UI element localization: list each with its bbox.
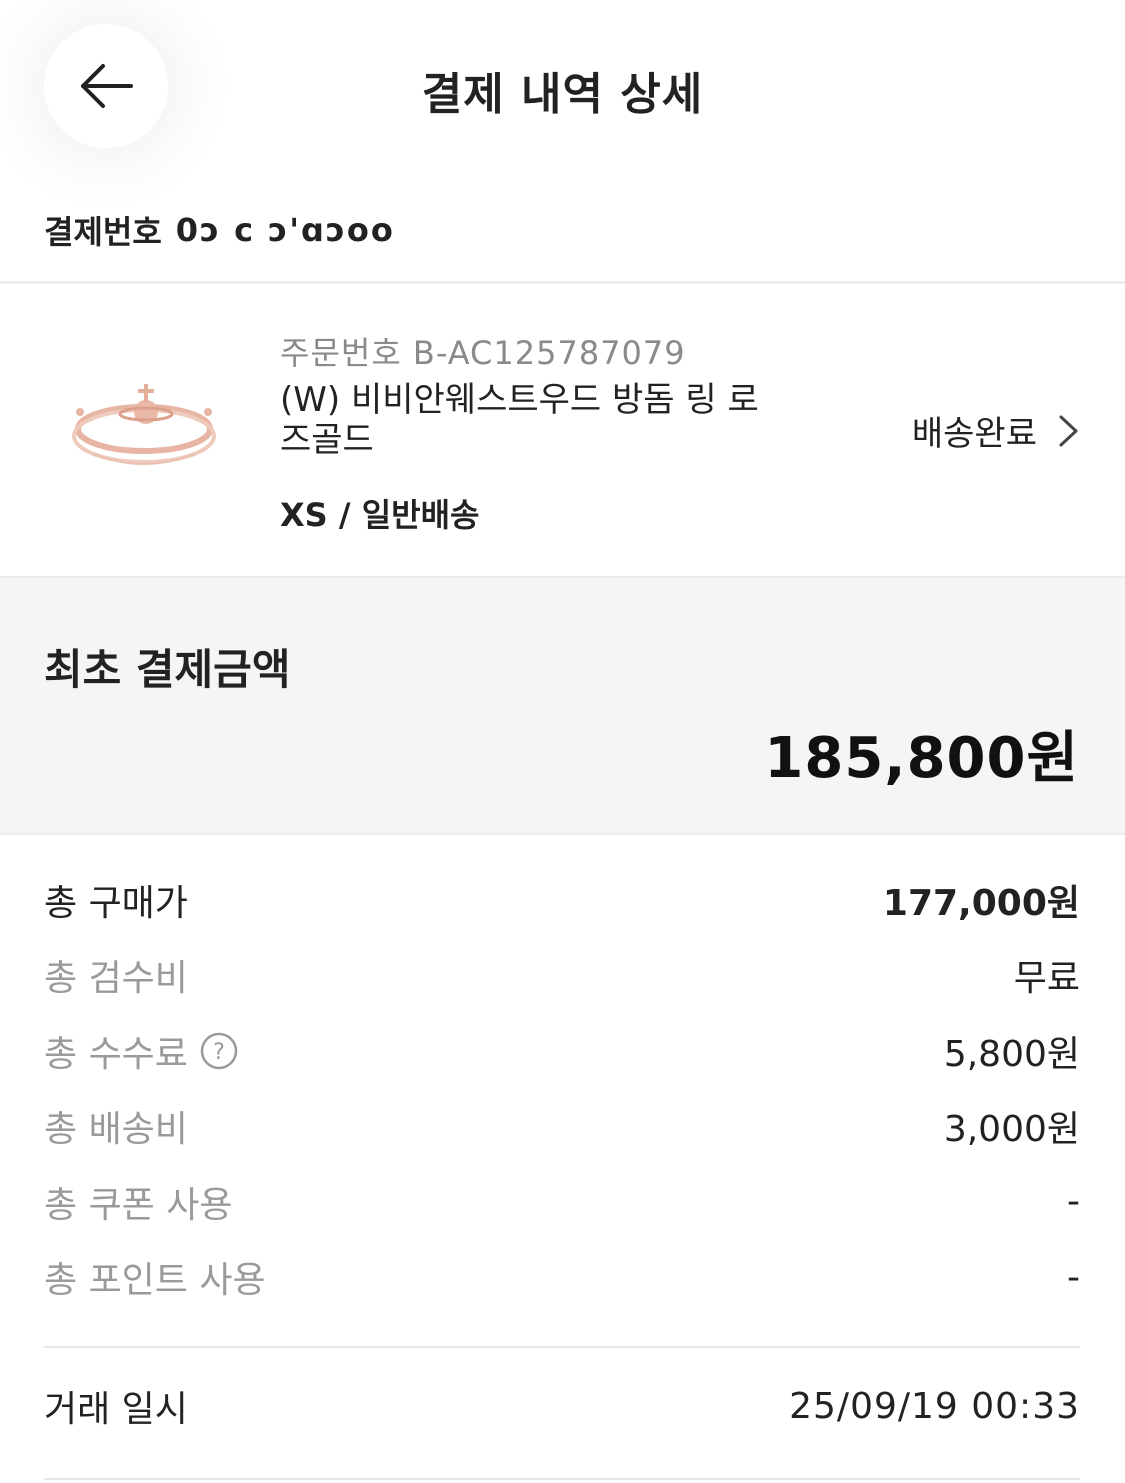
breakdown-value: 3,000원 bbox=[943, 1109, 1080, 1151]
order-number: 주문번호 B-AC125787079 bbox=[280, 334, 686, 372]
top-bar: 결제 내역 상세 bbox=[0, 0, 1125, 170]
initial-payment-panel: 최초 결제금액 185,800원 bbox=[0, 576, 1125, 835]
breakdown-row-points: 총 포인트 사용 - bbox=[44, 1240, 1080, 1316]
payment-breakdown: 총 구매가 177,000원 총 검수비 무료 총 수수료 ? 5,800원 총… bbox=[44, 862, 1080, 1315]
breakdown-label: 총 수수료 bbox=[44, 1033, 188, 1075]
page-title: 결제 내역 상세 bbox=[421, 69, 704, 120]
product-name: (W) 비비안웨스트우드 방돔 링 로즈골드 bbox=[280, 380, 759, 460]
breakdown-label: 총 포인트 사용 bbox=[44, 1260, 266, 1302]
breakdown-row-fee: 총 수수료 ? 5,800원 bbox=[44, 1013, 1080, 1089]
delivery-status: 배송완료 bbox=[911, 414, 1037, 454]
transaction-datetime: 25/09/19 00:33 bbox=[789, 1385, 1080, 1427]
breakdown-label: 총 검수비 bbox=[44, 958, 188, 1000]
breakdown-row-shipping: 총 배송비 3,000원 bbox=[44, 1089, 1080, 1165]
delivery-status-link[interactable]: 배송완료 bbox=[912, 406, 1081, 455]
initial-payment-label: 최초 결제금액 bbox=[44, 645, 291, 694]
order-item[interactable]: 주문번호 B-AC125787079 (W) 비비안웨스트우드 방돔 링 로즈골… bbox=[0, 284, 1125, 576]
product-option: XS / 일반배송 bbox=[280, 496, 480, 534]
breakdown-row-purchase: 총 구매가 177,000원 bbox=[44, 862, 1080, 938]
transaction-row: 거래 일시 25/09/19 00:33 bbox=[44, 1380, 1080, 1432]
divider bbox=[44, 1478, 1080, 1480]
breakdown-value: 무료 bbox=[1013, 958, 1080, 1000]
chevron-right-icon bbox=[1059, 415, 1078, 446]
breakdown-row-inspection: 총 검수비 무료 bbox=[44, 938, 1080, 1014]
divider bbox=[44, 1346, 1080, 1348]
payment-number-label: 결제번호 bbox=[44, 213, 162, 251]
breakdown-value: 5,800원 bbox=[943, 1033, 1080, 1075]
breakdown-row-coupon: 총 쿠폰 사용 - bbox=[44, 1164, 1080, 1240]
ring-product-image bbox=[72, 384, 216, 465]
breakdown-value: 177,000원 bbox=[882, 882, 1080, 924]
transaction-label: 거래 일시 bbox=[44, 1389, 188, 1430]
help-icon[interactable]: ? bbox=[200, 1032, 238, 1070]
breakdown-value: - bbox=[1067, 1181, 1080, 1223]
initial-payment-amount: 185,800원 bbox=[764, 726, 1079, 791]
payment-number: 결제번호 0ɔ c ɔ'ɑɔoo bbox=[44, 205, 395, 255]
breakdown-value: - bbox=[1067, 1256, 1080, 1298]
payment-number-value: 0ɔ c ɔ'ɑɔoo bbox=[175, 211, 395, 249]
svg-text:?: ? bbox=[213, 1040, 225, 1065]
breakdown-label: 총 쿠폰 사용 bbox=[44, 1184, 233, 1226]
breakdown-label-wrap: 총 수수료 ? bbox=[44, 1025, 238, 1077]
breakdown-label: 총 배송비 bbox=[44, 1109, 188, 1151]
breakdown-label: 총 구매가 bbox=[44, 882, 188, 924]
